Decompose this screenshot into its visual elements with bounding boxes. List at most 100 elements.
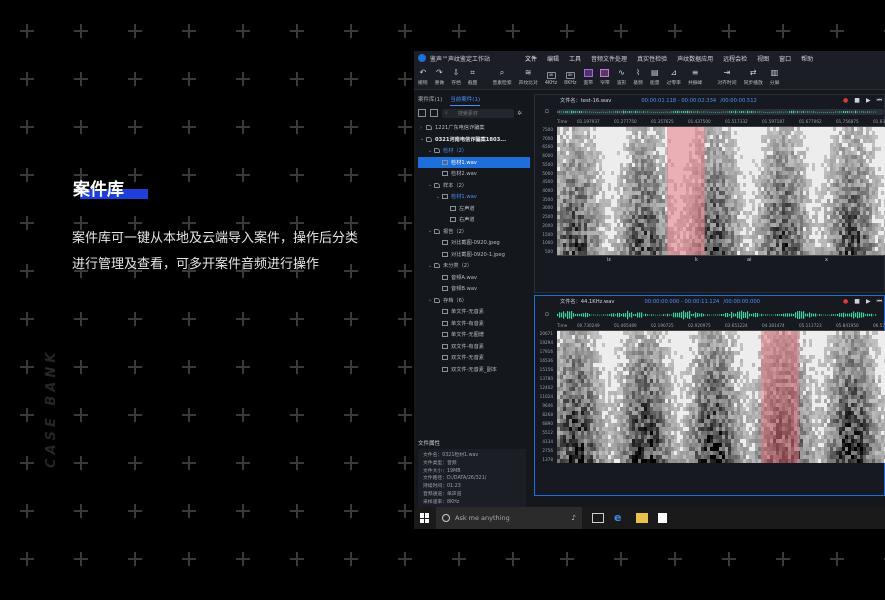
spectrogram-cell xyxy=(569,451,572,455)
case-search-input[interactable]: ⌕ 搜索素材 xyxy=(442,108,514,118)
track-2-overview[interactable]: Ω xyxy=(535,307,884,322)
tree-item[interactable]: 音频A.wav xyxy=(418,272,530,284)
tree-item[interactable]: 对比截图-0920.jpeg xyxy=(418,237,530,249)
toolbar-button[interactable]: 窄带 xyxy=(600,69,610,86)
toolbar-button[interactable]: ↷ 重做 xyxy=(435,69,445,87)
tree-item[interactable]: › 1221广东电信诈骗案 xyxy=(418,122,530,134)
spectrogram-cell xyxy=(635,183,638,187)
toolbar-button[interactable]: ∿ 波形 xyxy=(617,69,627,87)
skip-back-icon[interactable]: ⏮ xyxy=(877,97,882,105)
spectrogram-cell xyxy=(662,175,665,179)
menu-item[interactable]: 工具 xyxy=(564,54,586,63)
tree-item[interactable]: 单文件-有音素 xyxy=(418,318,530,330)
tree-item[interactable]: 检材1.wav xyxy=(418,156,530,168)
spectrogram-cell xyxy=(722,339,725,343)
menu-item[interactable]: 帮助 xyxy=(796,54,818,63)
track-1-overview-bar[interactable] xyxy=(556,109,884,115)
toolbar-button[interactable]: 8K 8KHz xyxy=(564,72,577,86)
spectrogram-cell xyxy=(644,187,647,191)
menu-item[interactable]: 窗口 xyxy=(774,54,796,63)
spectrogram-cell xyxy=(584,223,587,227)
toolbar-button[interactable]: ↶ 撤销 xyxy=(418,69,428,87)
toolbar-button[interactable]: ⇄ 同步播放 xyxy=(744,69,763,87)
tree-item[interactable]: ⌄ 存档（6） xyxy=(418,295,530,307)
spectrogram-cell xyxy=(557,419,560,423)
toolbar-button[interactable]: ⌇ 基频 xyxy=(633,69,643,87)
overview-wave-bar xyxy=(668,111,671,113)
menu-item[interactable]: 视图 xyxy=(752,54,774,63)
track-2[interactable]: 文件名：44.1KHz.wav 00:00:00.000 - 00:00:11.… xyxy=(534,295,885,496)
overview-wave-bar xyxy=(608,111,611,113)
tree-item[interactable]: ⌄ 检材（2） xyxy=(418,145,530,157)
spectrogram-cell xyxy=(635,331,638,335)
toolbar-button[interactable]: ⌗ 截图 xyxy=(468,69,478,87)
track-1-spectrogram-area[interactable]: 7500 7000 6500 6000 5500 5000 4500 4000 3500 3000… xyxy=(542,127,885,255)
menu-item[interactable]: 音频文件处理 xyxy=(586,54,632,63)
toolbar-button[interactable]: ▥ 分屏 xyxy=(770,69,780,87)
tree-item[interactable]: 双文件-无音素_副本 xyxy=(418,364,530,376)
toolbar-button[interactable]: ⌕ 音素检索 xyxy=(492,69,511,87)
toolbar-button[interactable]: 宽带 xyxy=(584,69,593,86)
menu-item[interactable]: 编辑 xyxy=(542,54,564,63)
spectrogram-cell xyxy=(758,187,761,191)
menu-item[interactable]: 文件 xyxy=(520,54,542,63)
tab-case-library[interactable]: 案件库(1) xyxy=(418,93,442,105)
tab-current-case[interactable]: 当前案件(1) xyxy=(450,93,481,106)
record-icon[interactable]: ● xyxy=(843,298,848,306)
tree-item[interactable]: ⌄ 样本（2） xyxy=(418,180,530,192)
spectrogram-cell xyxy=(629,423,632,427)
tree-item[interactable]: 单文件-无音素 xyxy=(418,306,530,318)
toolbar-button[interactable]: ≡ 共振峰 xyxy=(688,69,702,87)
tree-item[interactable]: ⌄ 报告（2） xyxy=(418,226,530,238)
stop-icon[interactable]: ■ xyxy=(854,298,860,306)
spectrogram-cell xyxy=(725,223,728,227)
skip-back-icon[interactable]: ⏮ xyxy=(877,298,882,306)
play-icon[interactable]: ▶ xyxy=(866,298,871,306)
image-icon[interactable] xyxy=(430,109,438,117)
tree-item[interactable]: ⌄ 未分类（2） xyxy=(418,260,530,272)
menu-item[interactable]: 真实性检验 xyxy=(632,54,672,63)
tree-item[interactable]: 对比截图-0920-1.jpeg xyxy=(418,249,530,261)
spectrogram-cell xyxy=(641,451,644,455)
track-2-spectrogram-area[interactable]: 20671 19294 17916 16536 15156 13780 12402 11024… xyxy=(540,331,885,463)
spectrogram-cell xyxy=(875,191,878,195)
toolbar-button[interactable]: ⇩ 存档 xyxy=(451,69,461,87)
track-1[interactable]: 文件名：test-16.wav 00:00:01.118 - 00:00:02.… xyxy=(534,94,885,293)
stop-icon[interactable]: ■ xyxy=(854,97,860,105)
toolbar-button[interactable]: ▤ 能量 xyxy=(650,69,660,87)
spectrogram-cell xyxy=(647,455,650,459)
import-icon[interactable] xyxy=(418,109,426,117)
track-1-spectrogram[interactable] xyxy=(557,127,885,255)
play-icon[interactable]: ▶ xyxy=(866,97,871,105)
spectrogram-cell xyxy=(713,411,716,415)
tree-item[interactable]: 右声道 xyxy=(418,214,530,226)
tree-item[interactable]: 左声道 xyxy=(418,203,530,215)
tree-item[interactable]: 音频B.wav xyxy=(418,283,530,295)
menu-item[interactable]: 远程会检 xyxy=(718,54,752,63)
track-1-overview[interactable]: Ω xyxy=(535,106,884,118)
spectrogram-cell xyxy=(584,227,587,231)
spectrogram-cell xyxy=(749,171,752,175)
menu-item[interactable]: 声纹数据应用 xyxy=(672,54,718,63)
tree-item[interactable]: 检材2.wav xyxy=(418,168,530,180)
spectrogram-cell xyxy=(638,335,641,339)
record-icon[interactable]: ● xyxy=(843,97,848,105)
spectrogram-cell xyxy=(767,131,770,135)
spectrogram-cell xyxy=(701,371,704,375)
tree-item[interactable]: 双文件-无音素 xyxy=(418,352,530,364)
spectrogram-cell xyxy=(800,247,803,251)
tree-item[interactable]: 双文件-有音素 xyxy=(418,341,530,353)
tree-item[interactable]: 单文件-无图谱 xyxy=(418,329,530,341)
settings-gear-icon[interactable]: ✲ xyxy=(517,110,522,117)
toolbar-button[interactable]: ≋ 声纹比对 xyxy=(519,69,538,87)
file-icon xyxy=(450,205,456,211)
toolbar-button[interactable]: ⊿ 过零率 xyxy=(667,69,681,87)
spectrogram-cell xyxy=(857,203,860,207)
overview-wave-bar xyxy=(840,111,843,113)
toolbar-button[interactable]: 4K 4KHz xyxy=(545,72,557,86)
tree-item[interactable]: ⌄ 检材1.wav xyxy=(418,191,530,203)
tree-item[interactable]: ⌄ 0321河南电信诈骗案1803... xyxy=(418,134,530,146)
toolbar-button[interactable]: ⇥ 对齐时间 xyxy=(717,69,736,87)
track-2-overview-bar[interactable] xyxy=(556,310,884,320)
track-2-spectrogram[interactable] xyxy=(557,331,885,463)
